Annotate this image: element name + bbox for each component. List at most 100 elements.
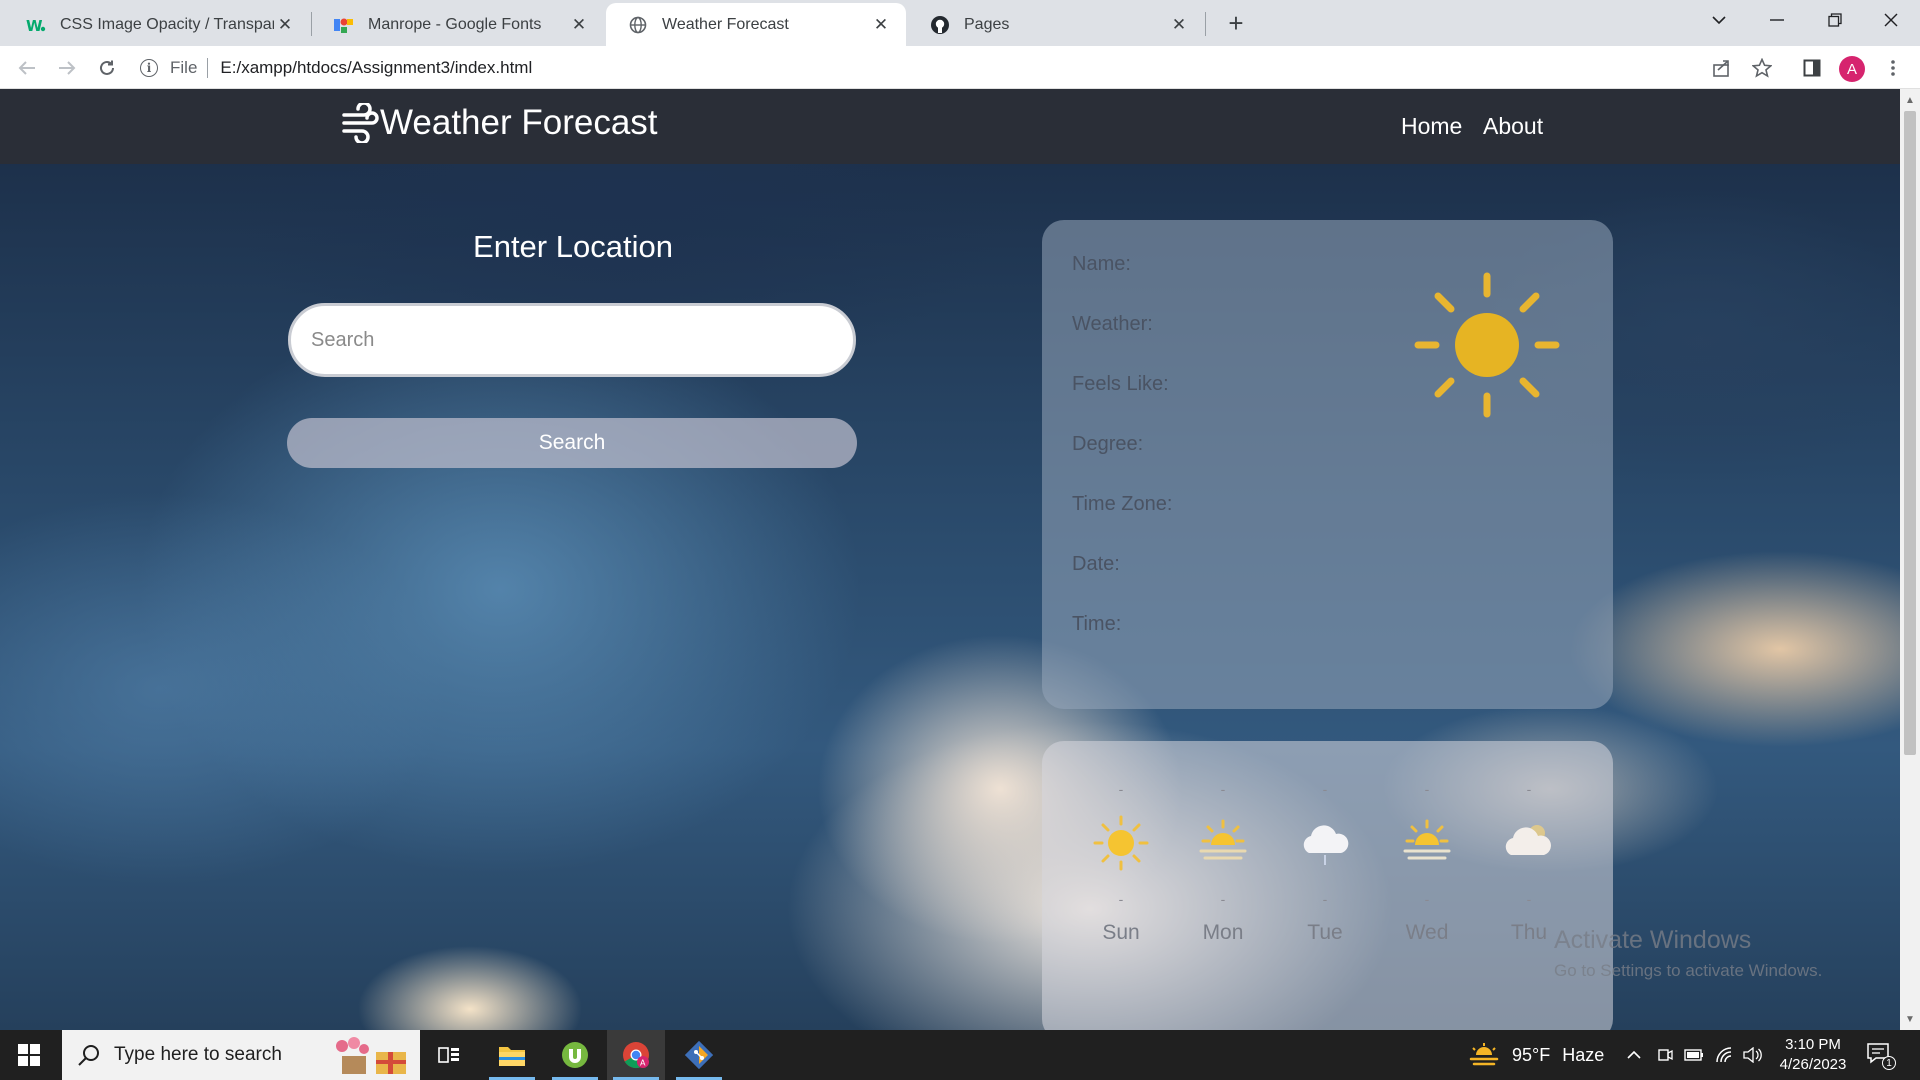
- tab-title: Pages: [964, 15, 1010, 33]
- taskbar-search-placeholder: Type here to search: [114, 1044, 282, 1065]
- info-label-feels-like: Feels Like:: [1072, 373, 1169, 395]
- address-bar[interactable]: i File E:/xampp/htdocs/Assignment3/index…: [140, 52, 1720, 84]
- tab-css-opacity[interactable]: W CSS Image Opacity / Transparenc ✕: [4, 3, 310, 46]
- github-icon: [930, 15, 950, 35]
- forecast-temp-top: -: [1322, 781, 1328, 797]
- activate-windows-watermark: Activate Windows Go to Settings to activ…: [1554, 926, 1822, 981]
- cloud-rain-icon: [1303, 825, 1349, 865]
- search-icon: [78, 1045, 99, 1066]
- tab-title: Weather Forecast: [662, 15, 789, 33]
- tab-title: CSS Image Opacity / Transparenc: [60, 15, 274, 33]
- meet-now-icon[interactable]: [1654, 1044, 1676, 1066]
- info-label-date: Date:: [1072, 553, 1120, 575]
- close-tab-icon[interactable]: ✕: [274, 14, 296, 36]
- clock-time: 3:10 PM: [1785, 1036, 1841, 1053]
- svg-text:A: A: [640, 1059, 646, 1068]
- sun-icon: [1093, 815, 1149, 871]
- notification-center-icon[interactable]: 1: [1866, 1042, 1896, 1070]
- close-tab-icon[interactable]: ✕: [870, 14, 892, 36]
- battery-icon[interactable]: [1683, 1044, 1705, 1066]
- current-weather-card: Name: Weather: Feels Like: Degree: Time …: [1042, 220, 1613, 709]
- site-navbar: Weather Forecast Home About: [0, 89, 1900, 164]
- browser-toolbar: i File E:/xampp/htdocs/Assignment3/index…: [0, 46, 1920, 89]
- watermark-title: Activate Windows: [1554, 926, 1752, 954]
- tab-strip: W CSS Image Opacity / Transparenc ✕ Manr…: [0, 0, 1920, 46]
- tab-pages[interactable]: Pages ✕: [908, 3, 1204, 46]
- search-button[interactable]: Search: [287, 418, 857, 468]
- site-brand[interactable]: Weather Forecast: [342, 103, 658, 143]
- wifi-icon[interactable]: [1713, 1044, 1735, 1066]
- tab-manrope[interactable]: Manrope - Google Fonts ✕: [312, 3, 604, 46]
- profile-avatar[interactable]: A: [1839, 56, 1865, 82]
- forecast-temp-bottom: -: [1526, 891, 1532, 907]
- git-app-icon[interactable]: [670, 1030, 728, 1080]
- forecast-card: - - Sun - - Mon - - Tue - - Wed - - Thu: [1042, 741, 1613, 1030]
- tab-weather-forecast[interactable]: Weather Forecast ✕: [606, 3, 906, 46]
- sun-haze-icon: [1403, 819, 1451, 860]
- forecast-temp-top: -: [1424, 781, 1430, 797]
- chrome-icon[interactable]: A: [607, 1030, 665, 1080]
- scroll-thumb[interactable]: [1904, 111, 1916, 755]
- search-heading: Enter Location: [473, 229, 673, 264]
- tray-weather[interactable]: 95°F Haze: [1468, 1030, 1604, 1080]
- forecast-temp-top: -: [1220, 781, 1226, 797]
- browser-menu-icon[interactable]: [1880, 55, 1906, 81]
- brand-title: Weather Forecast: [380, 103, 658, 142]
- tab-title: Manrope - Google Fonts: [368, 15, 542, 33]
- close-tab-icon[interactable]: ✕: [1168, 14, 1190, 36]
- wind-icon: [342, 103, 379, 143]
- tray-temperature: 95°F: [1512, 1044, 1551, 1065]
- tab-search-icon[interactable]: [1690, 0, 1748, 40]
- forward-button[interactable]: [52, 53, 82, 83]
- forecast-temp-bottom: -: [1220, 891, 1226, 907]
- info-label-time-zone: Time Zone:: [1072, 493, 1173, 515]
- web-page: Weather Forecast Home About Enter Locati…: [0, 89, 1900, 1030]
- share-icon[interactable]: [1709, 55, 1735, 81]
- volume-icon[interactable]: [1742, 1044, 1764, 1066]
- nav-about-link[interactable]: About: [1483, 113, 1543, 140]
- back-button[interactable]: [12, 53, 42, 83]
- clock-date: 4/26/2023: [1779, 1056, 1847, 1073]
- bookmark-star-icon[interactable]: [1749, 55, 1775, 81]
- forecast-day-label: Tue: [1307, 921, 1343, 944]
- location-search-input[interactable]: [288, 303, 856, 377]
- info-label-degree: Degree:: [1072, 433, 1144, 455]
- url-text: E:/xampp/htdocs/Assignment3/index.html: [220, 58, 533, 77]
- page-scrollbar[interactable]: ▲ ▼: [1900, 89, 1920, 1030]
- info-label-time: Time:: [1072, 613, 1122, 635]
- forecast-day-label: Wed: [1405, 921, 1449, 944]
- url-scheme: File: [170, 58, 198, 77]
- close-tab-icon[interactable]: ✕: [568, 14, 590, 36]
- watermark-subtitle: Go to Settings to activate Windows.: [1554, 961, 1823, 980]
- forecast-temp-top: -: [1526, 781, 1532, 797]
- sky-background-image: [0, 89, 1900, 1030]
- task-view-icon[interactable]: [420, 1030, 478, 1080]
- chevron-up-icon[interactable]: [1623, 1044, 1645, 1066]
- windows-logo-icon: [18, 1044, 40, 1066]
- utorrent-icon[interactable]: [546, 1030, 604, 1080]
- info-label-name: Name:: [1072, 253, 1131, 275]
- info-label-weather: Weather:: [1072, 313, 1153, 335]
- windows-taskbar: Type here to search A 95°F Haze 3:10 PM …: [0, 1030, 1920, 1080]
- restore-button[interactable]: [1806, 0, 1864, 40]
- close-window-button[interactable]: [1862, 0, 1920, 40]
- forecast-day-label: Mon: [1202, 921, 1244, 944]
- site-info-icon[interactable]: i: [140, 59, 158, 77]
- forecast-temp-bottom: -: [1424, 891, 1430, 907]
- scroll-up-arrow-icon[interactable]: ▲: [1900, 91, 1920, 109]
- nav-home-link[interactable]: Home: [1401, 113, 1462, 140]
- forecast-temp-bottom: -: [1322, 891, 1328, 907]
- side-panel-icon[interactable]: [1799, 55, 1825, 81]
- tray-condition: Haze: [1562, 1044, 1605, 1065]
- minimize-button[interactable]: [1748, 0, 1806, 40]
- reload-button[interactable]: [92, 53, 122, 83]
- file-explorer-icon[interactable]: [483, 1030, 541, 1080]
- taskbar-clock[interactable]: 3:10 PM 4/26/2023: [1770, 1035, 1856, 1075]
- globe-icon: [628, 15, 648, 35]
- notification-count: 1: [1882, 1056, 1896, 1070]
- new-tab-button[interactable]: +: [1220, 7, 1252, 39]
- windows-start-button[interactable]: [0, 1030, 58, 1080]
- scroll-down-arrow-icon[interactable]: ▼: [1900, 1010, 1920, 1028]
- forecast-day-label: Sun: [1102, 921, 1140, 944]
- taskbar-search-box[interactable]: Type here to search: [62, 1030, 420, 1080]
